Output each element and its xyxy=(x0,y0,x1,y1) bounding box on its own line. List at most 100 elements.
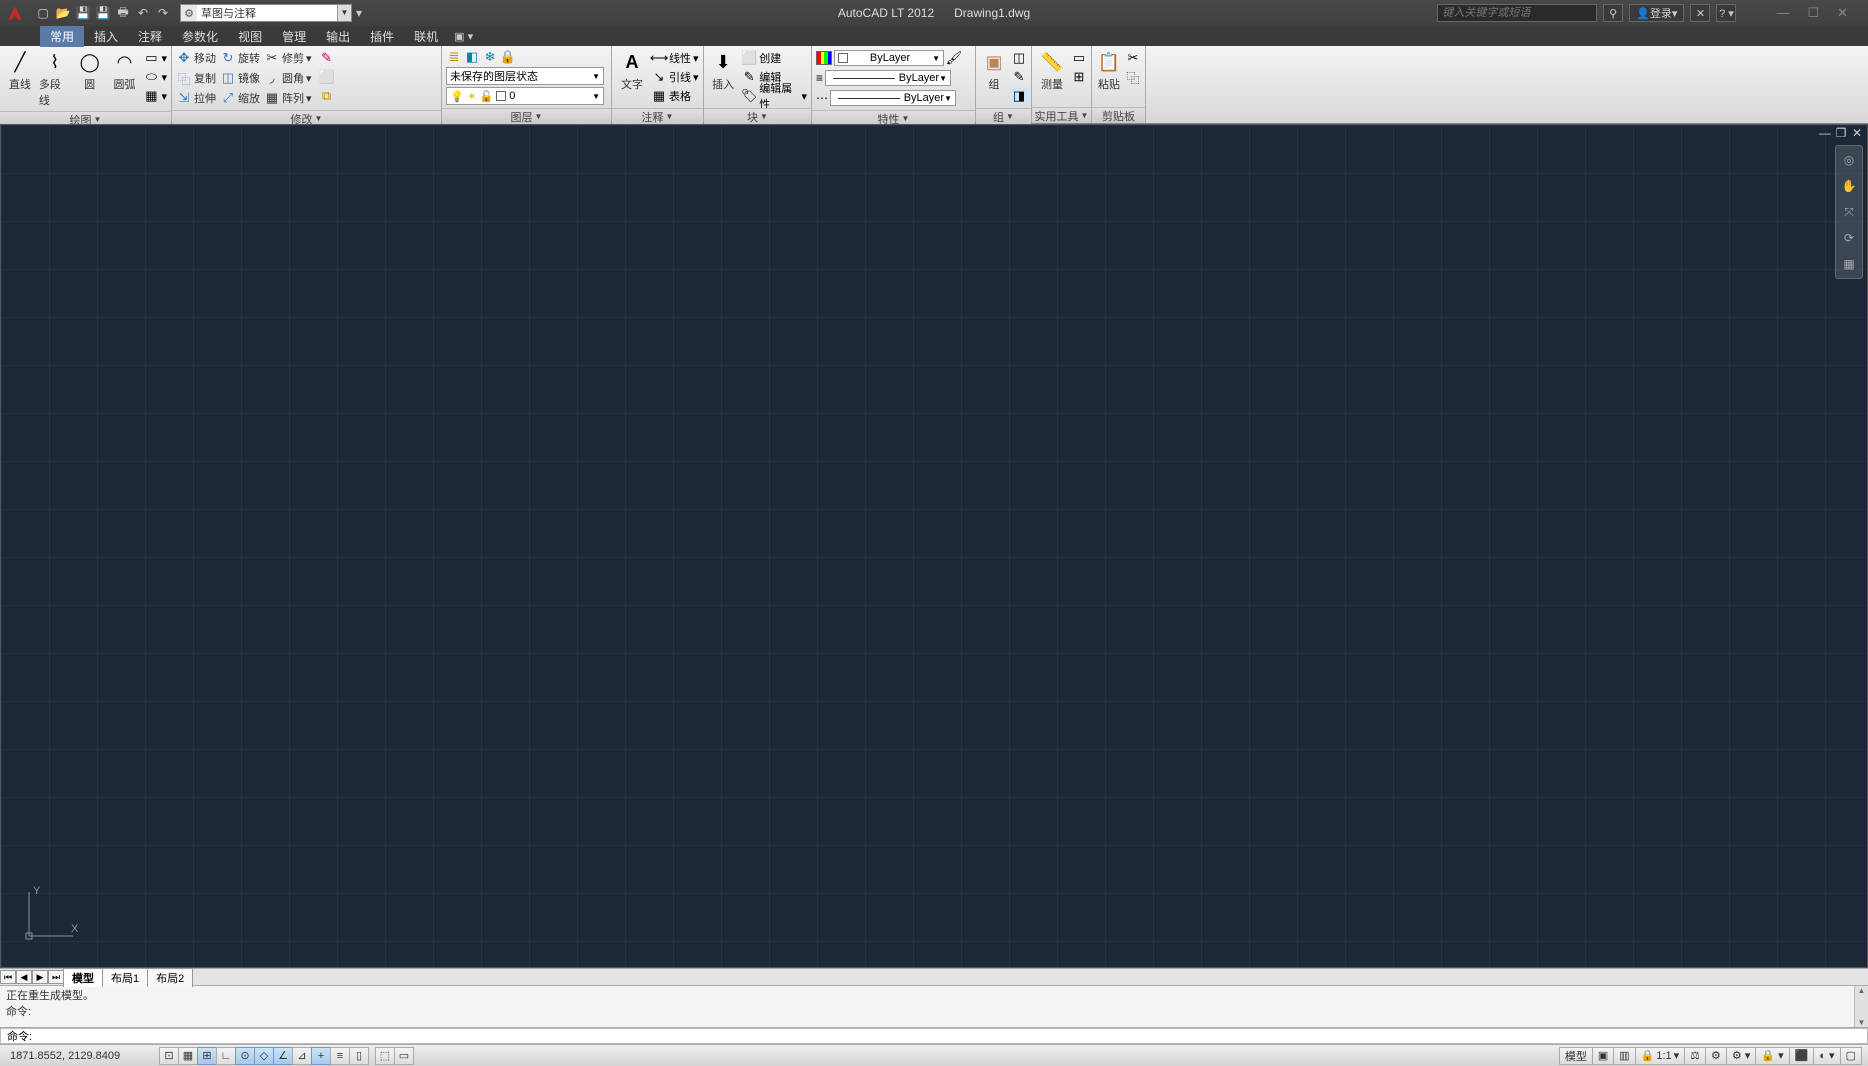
snap-button[interactable]: ▦ xyxy=(178,1047,198,1065)
measure-button[interactable]: 📏测量 xyxy=(1036,49,1068,92)
isolate-button[interactable]: ◐ ▾ xyxy=(1813,1047,1840,1065)
lwt-button[interactable]: ≡ xyxy=(330,1047,350,1065)
linetype-combo[interactable]: ⋯ ByLayer▼ xyxy=(816,89,956,107)
app-menu-button[interactable] xyxy=(0,0,30,26)
trim-button[interactable]: ✂修剪 ▾ xyxy=(264,49,312,67)
cut-button[interactable]: ✂ xyxy=(1125,49,1141,67)
tab-parametric[interactable]: 参数化 xyxy=(172,26,228,47)
array-button[interactable]: ▦阵列 ▾ xyxy=(264,89,312,107)
dyn-button[interactable]: + xyxy=(311,1047,331,1065)
annoscale-button[interactable]: 🔒 1:1 ▾ xyxy=(1635,1047,1686,1065)
print-icon[interactable]: 🖶 xyxy=(114,4,132,22)
layer-freeze-button[interactable]: ❄ xyxy=(482,49,498,65)
tab-manage[interactable]: 管理 xyxy=(272,26,316,47)
ungroup-button[interactable]: ◫ xyxy=(1011,49,1027,67)
open-icon[interactable]: 📂 xyxy=(54,4,72,22)
tab-addins[interactable]: 插件 xyxy=(360,26,404,47)
layer-iso-button[interactable]: ◧ xyxy=(464,49,480,65)
command-scrollbar[interactable]: ▲▼ xyxy=(1854,986,1868,1027)
polyline-button[interactable]: ⌇多段线 xyxy=(39,49,71,108)
create-block-button[interactable]: ⬜创建 xyxy=(741,49,807,67)
search-button[interactable]: ⚲ xyxy=(1603,4,1623,22)
signin-button[interactable]: 👤 登录 ▾ xyxy=(1629,4,1684,22)
help-button[interactable]: ? ▾ xyxy=(1716,4,1736,22)
pan-button[interactable]: ✋ xyxy=(1839,176,1859,196)
calc-button[interactable]: ⊞ xyxy=(1071,68,1087,86)
workspace-input[interactable] xyxy=(197,5,337,21)
panel-utilities-title[interactable]: 实用工具▼ xyxy=(1032,107,1091,123)
doc-close-button[interactable]: ✕ xyxy=(1850,126,1864,140)
showmotion-button[interactable]: ▦ xyxy=(1839,254,1859,274)
rotate-button[interactable]: ↻旋转 xyxy=(220,49,260,67)
chevron-down-icon[interactable]: ▼ xyxy=(337,5,351,21)
layer-lock-button[interactable]: 🔒 xyxy=(500,49,516,65)
tab-model[interactable]: 模型 xyxy=(63,968,103,987)
paste-button[interactable]: 📋粘贴 xyxy=(1096,49,1122,92)
color-combo[interactable]: ByLayer▼ 🖌 xyxy=(816,49,962,67)
tab-view[interactable]: 视图 xyxy=(228,26,272,47)
doc-minimize-button[interactable]: — xyxy=(1818,126,1832,140)
command-input-row[interactable]: 命令: xyxy=(0,1028,1868,1044)
layer-combo[interactable]: 💡 ☀ 🔓 0 ▼ xyxy=(446,87,604,105)
quickview-layouts-button[interactable]: ▣ xyxy=(1592,1047,1614,1065)
tab-insert[interactable]: 插入 xyxy=(84,26,128,47)
tab-online[interactable]: 联机 xyxy=(404,26,448,47)
ducs-button[interactable]: ⊿ xyxy=(292,1047,312,1065)
group-edit-button[interactable]: ✎ xyxy=(1011,68,1027,86)
edit-attr-button[interactable]: 🏷编辑属性 ▾ xyxy=(741,87,807,105)
fillet-button[interactable]: ◞圆角 ▾ xyxy=(264,69,312,87)
tab-layout1[interactable]: 布局1 xyxy=(102,968,148,987)
move-button[interactable]: ✥移动 xyxy=(176,49,216,67)
minimize-button[interactable]: — xyxy=(1776,5,1789,21)
lineweight-combo[interactable]: ≡ ByLayer▼ xyxy=(816,69,951,87)
toolbar-lock-button[interactable]: 🔒 ▾ xyxy=(1755,1047,1789,1065)
undo-icon[interactable]: ↶ xyxy=(134,4,152,22)
coordinates-display[interactable]: 1871.8552, 2129.8409 xyxy=(0,1050,160,1062)
tab-next-button[interactable]: ▶ xyxy=(32,970,48,984)
close-button[interactable]: ✕ xyxy=(1837,5,1848,21)
explode-button[interactable]: ⬜ xyxy=(319,68,335,86)
new-icon[interactable]: ▢ xyxy=(34,4,52,22)
group-sel-button[interactable]: ◨ xyxy=(1011,87,1027,105)
workspace-selector[interactable]: ⚙ ▼ xyxy=(180,4,352,22)
leader-button[interactable]: ↘引线 ▾ xyxy=(651,68,699,86)
redo-icon[interactable]: ↷ xyxy=(154,4,172,22)
orbit-button[interactable]: ⟳ xyxy=(1839,228,1859,248)
ws-switch-button[interactable]: ⚙ ▾ xyxy=(1726,1047,1756,1065)
annoauto-button[interactable]: ⚙ xyxy=(1705,1047,1727,1065)
saveas-icon[interactable]: 💾 xyxy=(94,4,112,22)
maximize-button[interactable]: ☐ xyxy=(1807,5,1819,21)
scale-button[interactable]: ⤢缩放 xyxy=(220,89,260,107)
copy-clip-button[interactable]: ⿻ xyxy=(1125,68,1141,86)
copy-button[interactable]: ⿻复制 xyxy=(176,69,216,87)
qat-dropdown[interactable]: ▾ xyxy=(356,6,362,20)
layer-state-combo[interactable]: 未保存的图层状态 ▼ xyxy=(446,67,604,85)
panel-annotation-title[interactable]: 注释▼ xyxy=(612,108,703,124)
layer-props-button[interactable]: ≣ xyxy=(446,49,462,65)
insert-button[interactable]: ⬇插入 xyxy=(708,49,738,92)
save-icon[interactable]: 💾 xyxy=(74,4,92,22)
tab-annotate[interactable]: 注释 xyxy=(128,26,172,47)
search-input[interactable] xyxy=(1438,7,1596,19)
linear-dim-button[interactable]: ⟷线性 ▾ xyxy=(651,49,699,67)
line-button[interactable]: ╱直线 xyxy=(4,49,36,92)
drawing-area[interactable]: — ❐ ✕ Y X ◎ ✋ ⤧ ⟳ ▦ xyxy=(0,124,1868,968)
erase-button[interactable]: ✎ xyxy=(319,49,335,67)
ortho-button[interactable]: ∟ xyxy=(216,1047,236,1065)
tpy-button[interactable]: ▯ xyxy=(349,1047,369,1065)
qp-button[interactable]: ⬚ xyxy=(375,1047,395,1065)
arc-button[interactable]: ◠圆弧 xyxy=(109,49,141,92)
text-button[interactable]: A文字 xyxy=(616,49,648,92)
annovis-button[interactable]: ⚖ xyxy=(1684,1047,1706,1065)
grid-button[interactable]: ⊞ xyxy=(197,1047,217,1065)
table-button[interactable]: ▦表格 xyxy=(651,87,699,105)
ellipse-button[interactable]: ⬭▾ xyxy=(143,68,167,86)
panel-layers-title[interactable]: 图层▼ xyxy=(442,108,611,124)
match-props-button[interactable]: 🖌 xyxy=(946,50,962,66)
sc-button[interactable]: ▭ xyxy=(394,1047,414,1065)
circle-button[interactable]: ◯圆 xyxy=(74,49,106,92)
clean-screen-button[interactable]: ▢ xyxy=(1840,1047,1862,1065)
tab-last-button[interactable]: ⏭ xyxy=(48,970,64,984)
tab-output[interactable]: 输出 xyxy=(316,26,360,47)
tab-first-button[interactable]: ⏮ xyxy=(0,970,16,984)
